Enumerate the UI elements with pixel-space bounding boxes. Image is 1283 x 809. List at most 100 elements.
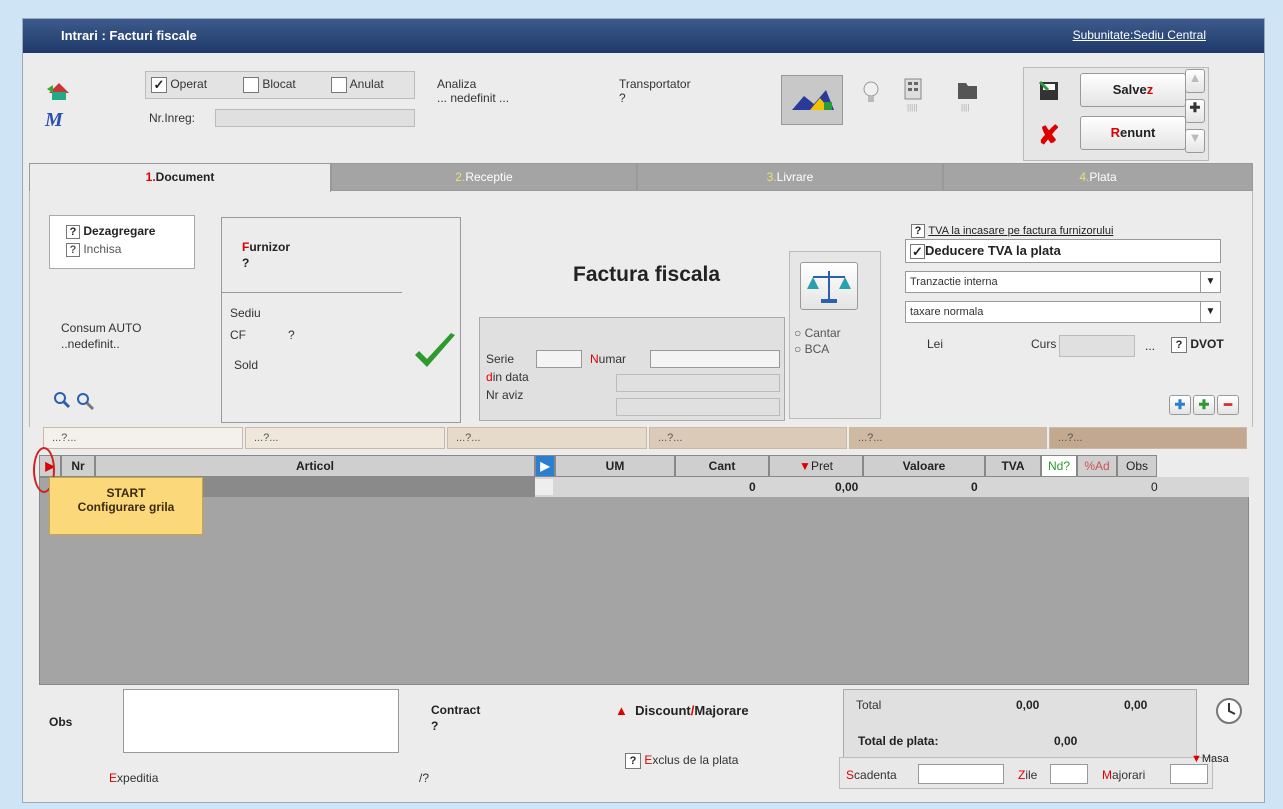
analiza-value[interactable]: ... nedefinit ...: [437, 91, 509, 105]
svg-text:||||: ||||: [961, 103, 969, 112]
cantar-panel: ○ Cantar ○ BCA: [789, 251, 881, 419]
contract-label: Contract: [431, 703, 481, 717]
col-nr[interactable]: Nr: [61, 455, 95, 477]
furnizor-box: Furnizor ? Sediu CF ? Sold: [221, 217, 461, 423]
tranzactie-select[interactable]: Tranzactie interna ▼: [905, 271, 1221, 293]
furnizor-value[interactable]: ?: [242, 256, 249, 270]
transportator-value[interactable]: ?: [619, 91, 626, 105]
operat-checkbox[interactable]: ✓ Operat: [151, 77, 207, 93]
nr-inreg-field[interactable]: [215, 109, 415, 127]
filter-cell[interactable]: ...?...: [245, 427, 445, 449]
majorari-field[interactable]: [1170, 764, 1208, 784]
blocat-label: Blocat: [262, 77, 296, 92]
add-row-icon[interactable]: ✚: [1193, 395, 1215, 415]
contract-value[interactable]: ?: [431, 719, 438, 733]
anulat-checkbox[interactable]: Anulat: [331, 77, 384, 93]
transportator-label: Transportator: [619, 77, 691, 91]
total-plata-label: Total de plata:: [858, 734, 939, 748]
clock-icon[interactable]: [1215, 697, 1243, 725]
ad-cell[interactable]: 0: [1151, 480, 1158, 494]
filter-cell[interactable]: ...?...: [649, 427, 847, 449]
masa-button[interactable]: ▼Masa: [1191, 753, 1229, 765]
obs-textarea[interactable]: [123, 689, 399, 753]
blocat-checkbox[interactable]: Blocat: [243, 77, 296, 93]
nr-inreg-label: Nr.Inreg:: [149, 111, 196, 125]
curs-browse-button[interactable]: ...: [1145, 339, 1155, 353]
total-label: Total: [856, 698, 882, 712]
cantar-radio[interactable]: ○ Cantar: [794, 326, 841, 340]
refresh-icon[interactable]: [45, 77, 73, 101]
furnizor-label[interactable]: Furnizor: [242, 240, 290, 254]
dvot-checkbox[interactable]: ? DVOT: [1171, 337, 1224, 353]
col-um[interactable]: UM: [555, 455, 675, 477]
cant-cell[interactable]: 0: [749, 480, 756, 494]
col-articol[interactable]: Articol: [95, 455, 535, 477]
taxare-select[interactable]: taxare normala ▼: [905, 301, 1221, 323]
lightbulb-icon[interactable]: [861, 79, 881, 109]
tab-livrare[interactable]: 3.Livrare: [637, 163, 943, 191]
discount-majorare-button[interactable]: ▲ Discount/Majorare: [615, 703, 749, 718]
nr-aviz-field[interactable]: [616, 398, 780, 416]
scadenta-row: Scadenta Zile Majorari: [839, 757, 1213, 789]
cf-value: ?: [288, 328, 295, 342]
cancel-button[interactable]: Renunt: [1080, 116, 1186, 150]
validated-check-icon: [411, 329, 459, 377]
col-nd[interactable]: Nd?: [1041, 455, 1077, 477]
filter-cell[interactable]: ...?...: [43, 427, 243, 449]
tab-plata[interactable]: 4.Plata: [943, 163, 1253, 191]
macro-icon[interactable]: M: [45, 109, 75, 131]
add-icon[interactable]: ✚: [1185, 99, 1205, 123]
save-icon: [1038, 80, 1060, 102]
serie-field[interactable]: [536, 350, 582, 368]
search-icon[interactable]: [53, 391, 71, 409]
curs-field[interactable]: [1059, 335, 1135, 357]
filter-cell[interactable]: ...?...: [1049, 427, 1247, 449]
scadenta-field[interactable]: [918, 764, 1004, 784]
exclus-checkbox[interactable]: ? Exclus de la plata: [625, 753, 738, 769]
remove-row-icon[interactable]: ━: [1217, 395, 1239, 415]
folder-icon[interactable]: ||||: [955, 77, 981, 113]
chevron-down-icon: ▼: [1200, 302, 1220, 322]
expand-icon[interactable]: ✚: [1169, 395, 1191, 415]
doc-fields-box: Serie Numar din data Nr aviz: [479, 317, 785, 421]
table-row[interactable]: 0 0,00 0 0: [61, 477, 1249, 497]
col-valoare[interactable]: Valoare: [863, 455, 985, 477]
col-cant[interactable]: Cant: [675, 455, 769, 477]
deducere-tva-checkbox[interactable]: ✓ Deducere TVA la plata: [905, 239, 1221, 263]
side-buttons: ▲ ✚ ▼: [1185, 67, 1207, 161]
advanced-search-icon[interactable]: [75, 391, 97, 411]
expeditia-value[interactable]: /?: [419, 771, 429, 785]
um-picker-cell[interactable]: [535, 479, 553, 495]
chevron-down-icon: ▼: [1200, 272, 1220, 292]
save-button[interactable]: Salvez: [1080, 73, 1186, 107]
grid-body: [39, 477, 1249, 685]
scroll-up-button[interactable]: ▲: [1185, 69, 1205, 93]
calculator-icon[interactable]: |||||: [903, 77, 925, 113]
filter-cell[interactable]: ...?...: [849, 427, 1047, 449]
scroll-down-button[interactable]: ▼: [1185, 129, 1205, 153]
valoare-cell[interactable]: 0: [971, 480, 978, 494]
window-title: Intrari : Facturi fiscale: [61, 28, 197, 43]
col-obs[interactable]: Obs: [1117, 455, 1157, 477]
col-tva[interactable]: TVA: [985, 455, 1041, 477]
din-data-field[interactable]: [616, 374, 780, 392]
col-articol-picker[interactable]: ▶: [535, 455, 555, 477]
pret-cell[interactable]: 0,00: [835, 480, 858, 494]
col-pret[interactable]: ▼Pret: [769, 455, 863, 477]
chart-icon[interactable]: [781, 75, 843, 125]
balance-icon[interactable]: [800, 262, 858, 310]
dezagregare-q: ?: [66, 224, 80, 239]
col-ad[interactable]: %Ad: [1077, 455, 1117, 477]
consum-value[interactable]: ..nedefinit..: [61, 337, 120, 351]
dezagregare-box[interactable]: ? Dezagregare ? Inchisa: [49, 215, 195, 269]
filter-cell[interactable]: ...?...: [447, 427, 647, 449]
tooltip-text: Configurare grila: [77, 500, 175, 514]
tab-document[interactable]: 1.Document: [29, 163, 331, 192]
zile-field[interactable]: [1050, 764, 1088, 784]
tva-incasare-checkbox[interactable]: ? TVA la incasare pe factura furnizorulu…: [911, 223, 1113, 238]
numar-field[interactable]: [650, 350, 780, 368]
tab-receptie[interactable]: 2.Receptie: [331, 163, 637, 191]
bca-radio[interactable]: ○ BCA: [794, 342, 829, 356]
expeditia-label[interactable]: Expeditia: [109, 771, 158, 785]
subunit-link[interactable]: Subunitate:Sediu Central: [1073, 28, 1206, 42]
